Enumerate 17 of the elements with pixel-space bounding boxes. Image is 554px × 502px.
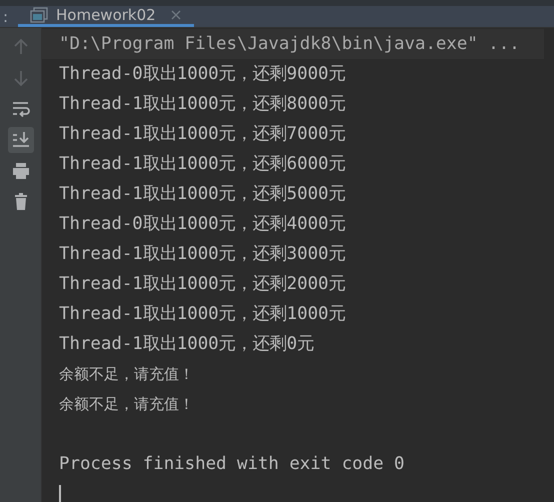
console-output: Thread-1取出1000元，还剩0元	[59, 334, 314, 354]
console-output: Thread-1取出1000元，还剩7000元	[59, 124, 346, 144]
text-cursor	[59, 485, 61, 502]
console-output: 余额不足，请充值！	[59, 395, 194, 413]
console-output: Thread-1取出1000元，还剩5000元	[59, 184, 346, 204]
console-output: Thread-1取出1000元，还剩1000元	[59, 304, 346, 324]
console-output: Thread-0取出1000元，还剩4000元	[59, 214, 346, 234]
console-output: Thread-1取出1000元，还剩6000元	[59, 154, 346, 174]
panel-label: :	[3, 8, 10, 26]
console-output: Thread-1取出1000元，还剩8000元	[59, 94, 346, 114]
console-output: Process finished with exit code 0	[59, 454, 405, 474]
console-output: Thread-0取出1000元，还剩9000元	[59, 64, 346, 84]
console-output: Thread-1取出1000元，还剩2000元	[59, 274, 346, 294]
window-icon	[30, 7, 48, 23]
scroll-to-end-icon[interactable]	[8, 127, 34, 153]
console-output: Thread-1取出1000元，还剩3000元	[59, 244, 346, 264]
console-output: 余额不足，请充值！	[59, 365, 194, 383]
